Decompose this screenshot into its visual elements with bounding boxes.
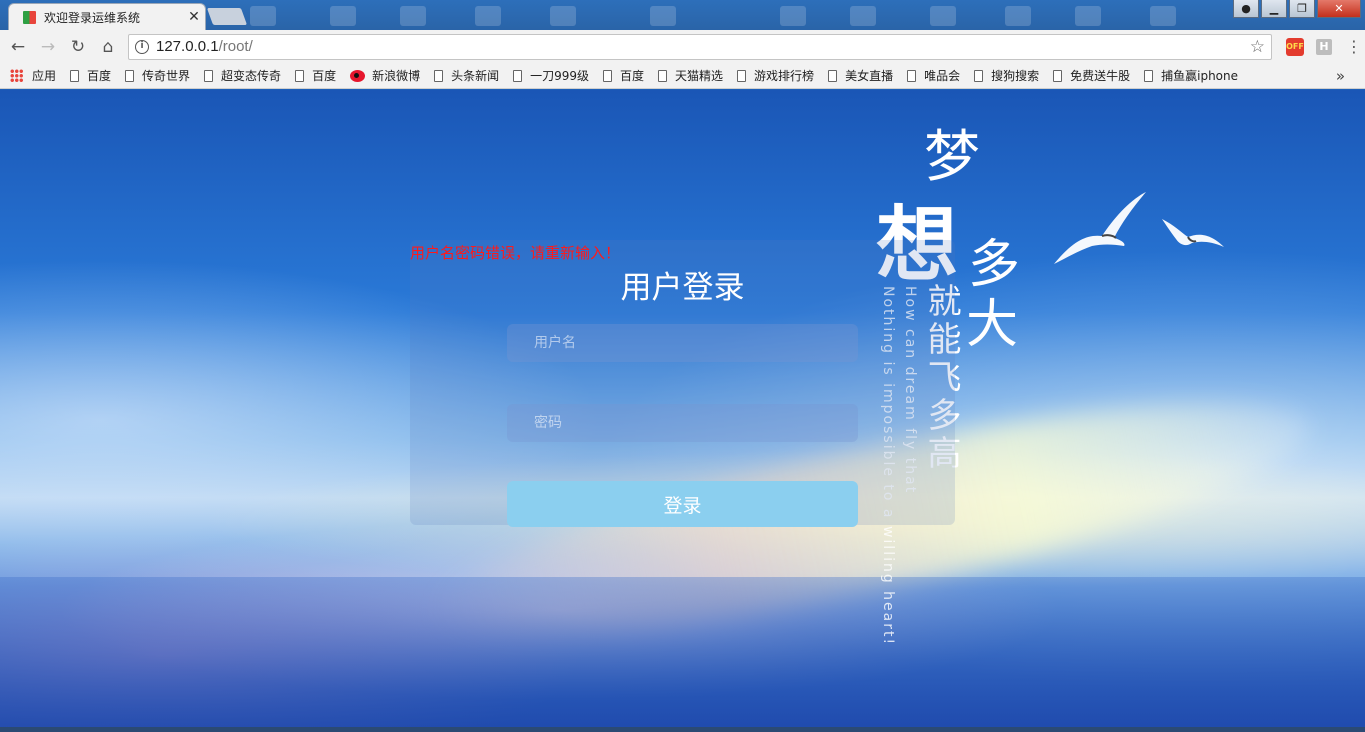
page-icon	[1053, 69, 1063, 82]
browser-menu-icon[interactable]: ⋮	[1346, 38, 1362, 55]
bookmark-label: 捕鱼赢iphone	[1161, 69, 1239, 83]
desktop-icon	[250, 6, 276, 26]
page-icon	[70, 69, 80, 82]
window-controls: ● ▁ ❐ ✕	[1233, 0, 1361, 18]
close-window-button[interactable]: ✕	[1317, 0, 1361, 18]
page-icon	[125, 69, 135, 82]
tab-title: 欢迎登录运维系统	[44, 10, 141, 25]
desktop-icon	[780, 6, 806, 26]
seagull-icon	[1054, 192, 1146, 264]
bookmark-apps[interactable]: 应用	[10, 67, 56, 84]
bookmark-item[interactable]: 百度	[295, 67, 336, 84]
bookmarks-bar: 应用 百度 传奇世界 超变态传奇 百度 新浪微博 头条新闻 一刀999级 百度 …	[0, 63, 1365, 89]
desktop-icon	[930, 6, 956, 26]
slogan-char-da: 大	[966, 295, 1019, 355]
bookmark-label: 新浪微博	[372, 69, 421, 83]
weibo-icon	[350, 69, 366, 82]
apps-grid-icon	[10, 69, 23, 82]
bookmark-label: 游戏排行榜	[754, 69, 815, 83]
bookmark-label: 百度	[312, 69, 337, 83]
tab-strip: 欢迎登录运维系统 ✕ ● ▁ ❐ ✕	[0, 0, 1365, 30]
bookmark-item[interactable]: 传奇世界	[125, 67, 190, 84]
bookmark-item[interactable]: 游戏排行榜	[737, 67, 814, 84]
login-error-message: 用户名密码错误，请重新输入！	[410, 244, 621, 262]
address-bar[interactable]: i 127.0.0.1/root/ ☆	[128, 33, 1272, 60]
bookmark-item[interactable]: 捕鱼赢iphone	[1144, 67, 1238, 84]
desktop-icon	[1150, 6, 1176, 26]
desktop-icon	[1075, 6, 1101, 26]
bookmark-label: 唯品会	[924, 69, 961, 83]
page-icon	[907, 69, 917, 82]
sea-background	[0, 577, 1365, 727]
bookmark-item[interactable]: 唯品会	[907, 67, 960, 84]
desktop-icon	[850, 6, 876, 26]
desktop-icon	[1005, 6, 1031, 26]
home-icon[interactable]: ⌂	[94, 33, 122, 61]
page-icon	[974, 69, 984, 82]
password-input[interactable]	[507, 404, 858, 442]
page-icon	[1144, 69, 1154, 82]
reload-icon[interactable]: ↻	[64, 33, 92, 61]
page-icon	[603, 69, 613, 82]
bookmark-label: 百度	[87, 69, 112, 83]
browser-tab[interactable]: 欢迎登录运维系统 ✕	[8, 3, 206, 30]
bookmark-label: 传奇世界	[142, 69, 191, 83]
url-path: /root/	[218, 38, 253, 55]
bookmark-label: 超变态传奇	[221, 69, 282, 83]
bookmark-label: 一刀999级	[530, 69, 590, 83]
bookmark-item[interactable]: 新浪微博	[350, 67, 420, 84]
desktop-icon	[475, 6, 501, 26]
user-profile-icon[interactable]: ●	[1233, 0, 1259, 18]
page-icon	[658, 69, 668, 82]
page-icon	[295, 69, 305, 82]
bookmark-label: 免费送牛股	[1070, 69, 1131, 83]
username-input[interactable]	[507, 324, 858, 362]
back-arrow-icon[interactable]: ←	[4, 33, 32, 61]
site-favicon-icon	[23, 10, 36, 24]
page-icon	[513, 69, 523, 82]
bookmarks-overflow-icon[interactable]: »	[1336, 67, 1345, 85]
new-tab-button[interactable]	[206, 8, 248, 25]
seagull-icon	[1162, 219, 1224, 247]
bookmark-item[interactable]: 百度	[603, 67, 644, 84]
bookmark-item[interactable]: 一刀999级	[513, 67, 589, 84]
page-icon	[737, 69, 747, 82]
bookmark-label: 天猫精选	[675, 69, 724, 83]
forward-arrow-icon[interactable]: →	[34, 33, 62, 61]
desktop-icon	[550, 6, 576, 26]
site-info-icon[interactable]: i	[135, 39, 149, 54]
bookmark-item[interactable]: 搜狗搜索	[974, 67, 1039, 84]
bookmark-star-icon[interactable]: ☆	[1250, 37, 1265, 57]
bookmark-item[interactable]: 美女直播	[828, 67, 893, 84]
desktop-icon	[330, 6, 356, 26]
url-text[interactable]: 127.0.0.1/root/	[156, 38, 1250, 55]
extension-off-icon[interactable]: OFF	[1286, 37, 1304, 56]
desktop-icon	[650, 6, 676, 26]
minimize-button[interactable]: ▁	[1261, 0, 1287, 18]
page-icon	[828, 69, 838, 82]
bookmark-item[interactable]: 天猫精选	[658, 67, 723, 84]
page-icon	[204, 69, 214, 82]
desktop-icon	[400, 6, 426, 26]
bookmark-item[interactable]: 超变态传奇	[204, 67, 281, 84]
tab-close-icon[interactable]: ✕	[183, 9, 205, 25]
bookmark-label: 头条新闻	[451, 69, 500, 83]
login-title: 用户登录	[620, 270, 745, 306]
os-taskbar	[0, 727, 1365, 732]
extension-h-icon[interactable]: H	[1316, 38, 1332, 55]
browser-toolbar: ← → ↻ ⌂ i 127.0.0.1/root/ ☆ OFF H ⋮	[0, 30, 1365, 63]
maximize-button[interactable]: ❐	[1289, 0, 1315, 18]
login-button[interactable]: 登录	[507, 481, 858, 527]
bookmark-label: 美女直播	[845, 69, 894, 83]
bookmark-item[interactable]: 头条新闻	[434, 67, 499, 84]
bookmark-label: 搜狗搜索	[991, 69, 1040, 83]
bookmark-label: 百度	[620, 69, 645, 83]
bookmark-item[interactable]: 百度	[70, 67, 111, 84]
bookmark-label: 应用	[32, 69, 57, 83]
page-icon	[434, 69, 444, 82]
url-host: 127.0.0.1	[156, 38, 219, 55]
bookmark-item[interactable]: 免费送牛股	[1053, 67, 1130, 84]
